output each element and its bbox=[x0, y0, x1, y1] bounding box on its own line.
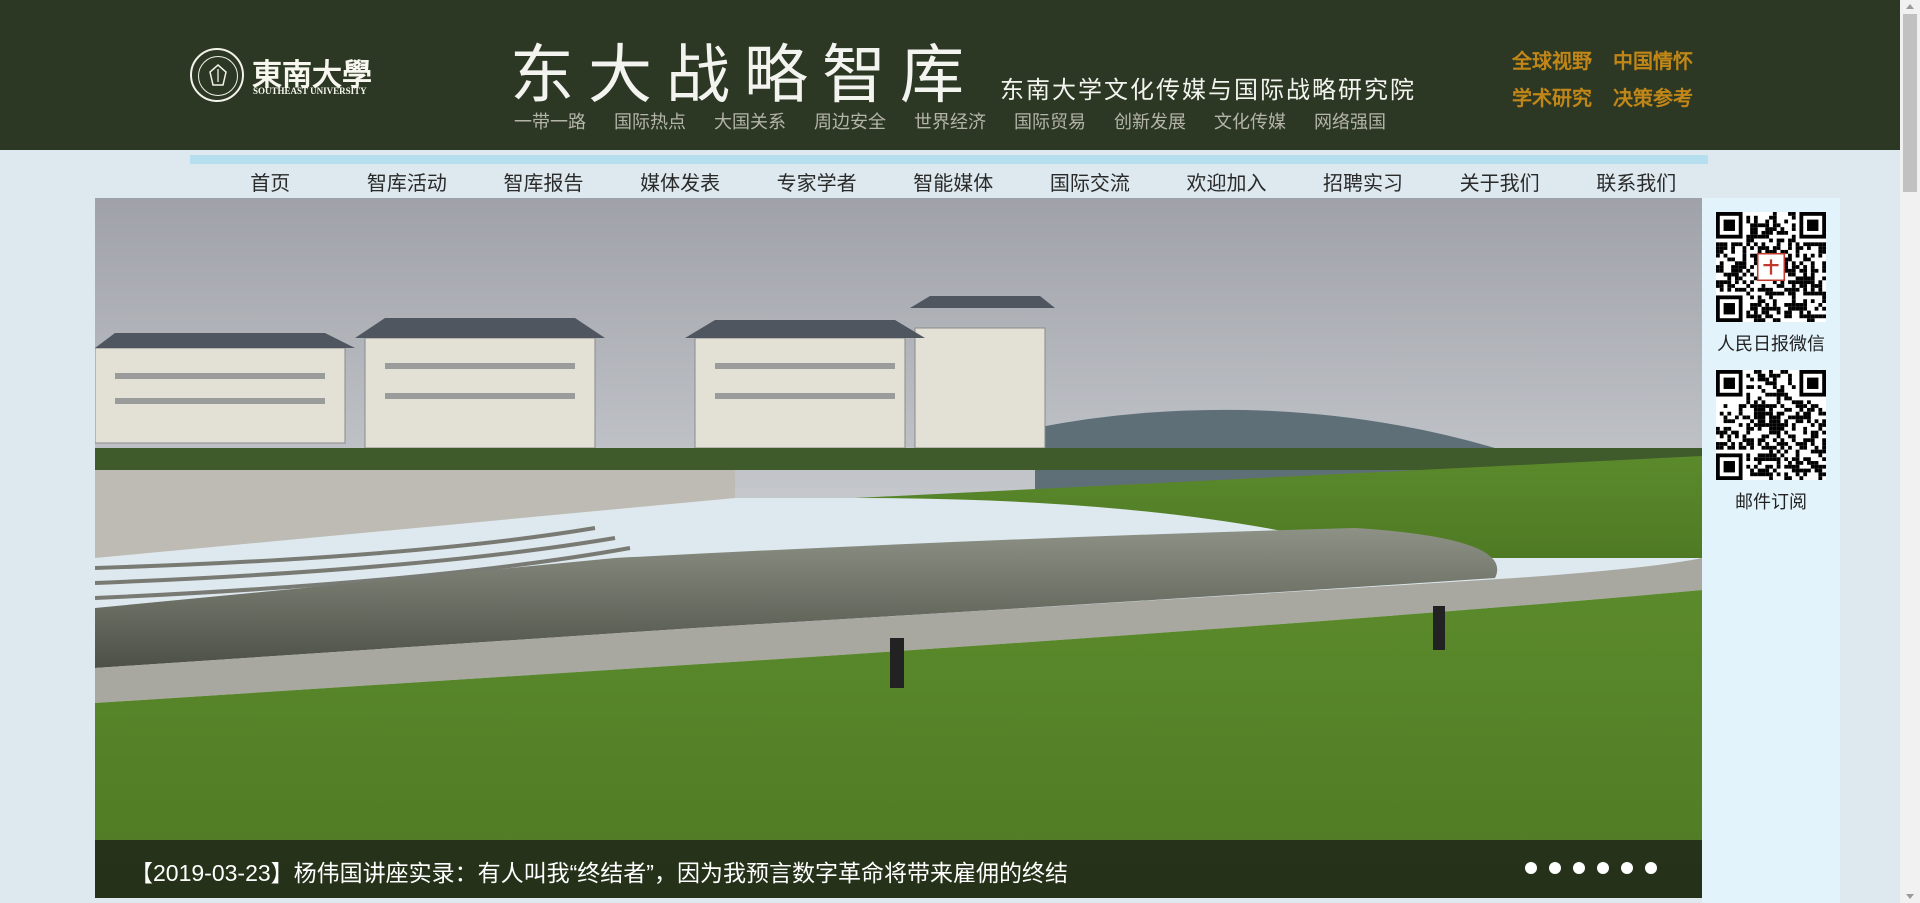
nav-item-join-us[interactable]: 欢迎加入 bbox=[1158, 164, 1295, 200]
slide-dot-3[interactable] bbox=[1573, 862, 1585, 874]
quick-links-row: 全球视野 中国情怀 bbox=[1512, 44, 1693, 81]
email-subscribe-qr-code[interactable] bbox=[1716, 370, 1826, 480]
nav-item-international-exchange[interactable]: 国际交流 bbox=[1022, 164, 1159, 200]
campus-photo bbox=[95, 198, 1702, 898]
scroll-down-icon[interactable] bbox=[1906, 894, 1914, 899]
main-nav: 首页 智库活动 智库报告 媒体发表 专家学者 智能媒体 国际交流 欢迎加入 招聘… bbox=[190, 164, 1708, 200]
caption-bar: 【2019-03-23】杨伟国讲座实录：有人叫我“终结者”，因为我预言数字革命将… bbox=[95, 840, 1702, 898]
slide-pagination bbox=[1525, 862, 1657, 874]
site-subtitle: 东南大学文化传媒与国际战略研究院 bbox=[1000, 77, 1416, 104]
nav-item-smart-media[interactable]: 智能媒体 bbox=[885, 164, 1022, 200]
nav-item-home[interactable]: 首页 bbox=[202, 164, 339, 200]
banner-slideshow[interactable]: 【2019-03-23】杨伟国讲座实录：有人叫我“终结者”，因为我预言数字革命将… bbox=[95, 198, 1702, 898]
topic-link[interactable]: 周边安全 bbox=[814, 112, 886, 132]
slide-caption[interactable]: 【2019-03-23】杨伟国讲座实录：有人叫我“终结者”，因为我预言数字革命将… bbox=[130, 854, 1068, 888]
quick-links: 全球视野 中国情怀 学术研究 决策参考 bbox=[1512, 44, 1693, 118]
topic-link[interactable]: 文化传媒 bbox=[1214, 112, 1286, 132]
logo-english-text: SOUTHEAST UNIVERSITY bbox=[253, 86, 367, 96]
wechat-qr-label: 人民日报微信 bbox=[1717, 334, 1825, 354]
quick-link[interactable]: 决策参考 bbox=[1613, 88, 1693, 110]
nav-item-experts[interactable]: 专家学者 bbox=[748, 164, 885, 200]
topic-link[interactable]: 大国关系 bbox=[714, 112, 786, 132]
qr-sidebar: 人民日报微信 邮件订阅 bbox=[1702, 198, 1840, 903]
nav-item-media-publications[interactable]: 媒体发表 bbox=[612, 164, 749, 200]
university-logo[interactable]: 東南大學 SOUTHEAST UNIVERSITY bbox=[190, 46, 372, 106]
nav-item-activities[interactable]: 智库活动 bbox=[339, 164, 476, 200]
slide-dot-1[interactable] bbox=[1525, 862, 1537, 874]
topic-link[interactable]: 世界经济 bbox=[914, 112, 986, 132]
nav-item-recruitment[interactable]: 招聘实习 bbox=[1295, 164, 1432, 200]
scroll-thumb[interactable] bbox=[1903, 14, 1917, 192]
site-header: 東南大學 SOUTHEAST UNIVERSITY 东大战略智库 东南大学文化传… bbox=[0, 0, 1900, 150]
topic-link[interactable]: 网络强国 bbox=[1314, 112, 1386, 132]
slide-dot-4[interactable] bbox=[1597, 862, 1609, 874]
wechat-qr-code[interactable] bbox=[1716, 212, 1826, 322]
page-scrollbar[interactable] bbox=[1900, 0, 1920, 903]
quick-link[interactable]: 学术研究 bbox=[1512, 88, 1592, 110]
quick-link[interactable]: 中国情怀 bbox=[1613, 51, 1693, 73]
topic-links: 一带一路 国际热点 大国关系 周边安全 世界经济 国际贸易 创新发展 文化传媒 网络强国 bbox=[514, 108, 1386, 134]
topic-link[interactable]: 创新发展 bbox=[1114, 112, 1186, 132]
topic-link[interactable]: 一带一路 bbox=[514, 112, 586, 132]
nav-item-reports[interactable]: 智库报告 bbox=[475, 164, 612, 200]
slide-dot-2[interactable] bbox=[1549, 862, 1561, 874]
site-title: 东大战略智库 bbox=[510, 39, 978, 113]
email-subscribe-label: 邮件订阅 bbox=[1735, 492, 1807, 512]
quick-links-row: 学术研究 决策参考 bbox=[1512, 81, 1693, 118]
nav-item-about-us[interactable]: 关于我们 bbox=[1431, 164, 1568, 200]
scroll-up-icon[interactable] bbox=[1906, 4, 1914, 9]
nav-item-contact-us[interactable]: 联系我们 bbox=[1568, 164, 1705, 200]
nav-accent-strip bbox=[190, 155, 1708, 164]
university-seal-icon bbox=[190, 48, 244, 102]
quick-link[interactable]: 全球视野 bbox=[1512, 51, 1592, 73]
topic-link[interactable]: 国际热点 bbox=[614, 112, 686, 132]
slide-dot-5[interactable] bbox=[1621, 862, 1633, 874]
topic-link[interactable]: 国际贸易 bbox=[1014, 112, 1086, 132]
slide-dot-6[interactable] bbox=[1645, 862, 1657, 874]
